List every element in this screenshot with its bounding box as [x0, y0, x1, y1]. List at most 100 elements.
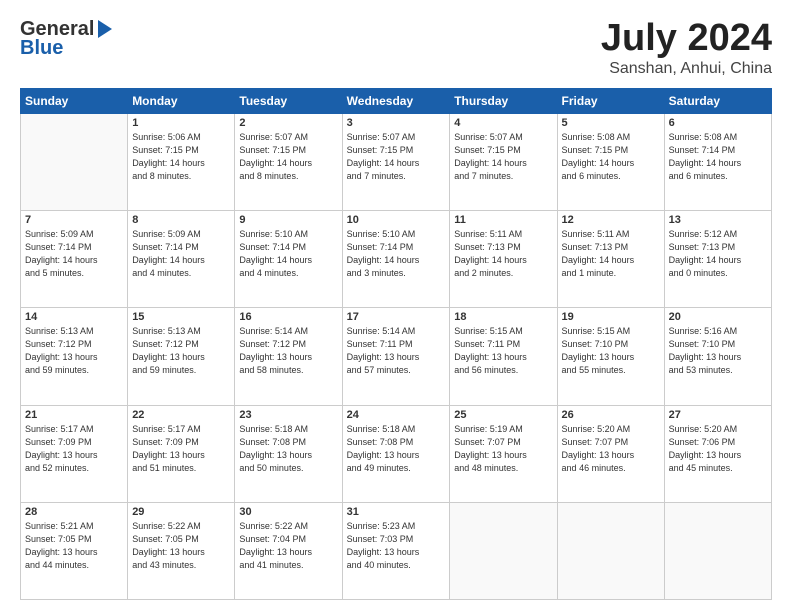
- sunset-text: Sunset: 7:11 PM: [347, 338, 446, 351]
- title-block: July 2024 Sanshan, Anhui, China: [601, 18, 772, 78]
- day-number: 27: [669, 409, 767, 421]
- daylight-line2: and 58 minutes.: [239, 364, 337, 377]
- calendar-table: SundayMondayTuesdayWednesdayThursdayFrid…: [20, 88, 772, 600]
- sunrise-text: Sunrise: 5:09 AM: [132, 228, 230, 241]
- sunrise-text: Sunrise: 5:22 AM: [132, 520, 230, 533]
- daylight-line2: and 1 minute.: [562, 267, 660, 280]
- page: General Blue July 2024 Sanshan, Anhui, C…: [0, 0, 792, 612]
- day-number: 29: [132, 506, 230, 518]
- sunset-text: Sunset: 7:07 PM: [562, 436, 660, 449]
- day-number: 23: [239, 409, 337, 421]
- sunrise-text: Sunrise: 5:12 AM: [669, 228, 767, 241]
- daylight-line1: Daylight: 13 hours: [25, 546, 123, 559]
- day-detail: Sunrise: 5:17 AMSunset: 7:09 PMDaylight:…: [132, 423, 230, 475]
- logo: General Blue: [20, 18, 112, 60]
- calendar-cell: 7Sunrise: 5:09 AMSunset: 7:14 PMDaylight…: [21, 211, 128, 308]
- sunrise-text: Sunrise: 5:15 AM: [562, 325, 660, 338]
- daylight-line1: Daylight: 13 hours: [562, 449, 660, 462]
- sunrise-text: Sunrise: 5:13 AM: [132, 325, 230, 338]
- day-detail: Sunrise: 5:07 AMSunset: 7:15 PMDaylight:…: [239, 131, 337, 183]
- day-detail: Sunrise: 5:20 AMSunset: 7:07 PMDaylight:…: [562, 423, 660, 475]
- daylight-line1: Daylight: 14 hours: [132, 254, 230, 267]
- daylight-line2: and 41 minutes.: [239, 559, 337, 572]
- sunset-text: Sunset: 7:03 PM: [347, 533, 446, 546]
- sunrise-text: Sunrise: 5:11 AM: [454, 228, 552, 241]
- daylight-line2: and 59 minutes.: [25, 364, 123, 377]
- calendar-cell: 8Sunrise: 5:09 AMSunset: 7:14 PMDaylight…: [128, 211, 235, 308]
- day-number: 7: [25, 214, 123, 226]
- sunset-text: Sunset: 7:08 PM: [239, 436, 337, 449]
- sunrise-text: Sunrise: 5:23 AM: [347, 520, 446, 533]
- sunset-text: Sunset: 7:10 PM: [562, 338, 660, 351]
- day-number: 25: [454, 409, 552, 421]
- sunset-text: Sunset: 7:12 PM: [132, 338, 230, 351]
- daylight-line1: Daylight: 13 hours: [454, 449, 552, 462]
- sunset-text: Sunset: 7:15 PM: [132, 144, 230, 157]
- sunset-text: Sunset: 7:14 PM: [25, 241, 123, 254]
- day-detail: Sunrise: 5:13 AMSunset: 7:12 PMDaylight:…: [132, 325, 230, 377]
- day-detail: Sunrise: 5:12 AMSunset: 7:13 PMDaylight:…: [669, 228, 767, 280]
- calendar-cell: 15Sunrise: 5:13 AMSunset: 7:12 PMDayligh…: [128, 308, 235, 405]
- day-number: 6: [669, 117, 767, 129]
- daylight-line1: Daylight: 13 hours: [132, 546, 230, 559]
- sunset-text: Sunset: 7:14 PM: [669, 144, 767, 157]
- daylight-line2: and 2 minutes.: [454, 267, 552, 280]
- daylight-line2: and 8 minutes.: [239, 170, 337, 183]
- sunset-text: Sunset: 7:09 PM: [25, 436, 123, 449]
- calendar-cell: 9Sunrise: 5:10 AMSunset: 7:14 PMDaylight…: [235, 211, 342, 308]
- daylight-line1: Daylight: 13 hours: [562, 351, 660, 364]
- daylight-line1: Daylight: 13 hours: [239, 546, 337, 559]
- daylight-line2: and 4 minutes.: [239, 267, 337, 280]
- sunset-text: Sunset: 7:13 PM: [454, 241, 552, 254]
- daylight-line2: and 3 minutes.: [347, 267, 446, 280]
- daylight-line1: Daylight: 14 hours: [25, 254, 123, 267]
- daylight-line1: Daylight: 13 hours: [132, 351, 230, 364]
- day-number: 31: [347, 506, 446, 518]
- sunset-text: Sunset: 7:04 PM: [239, 533, 337, 546]
- sunrise-text: Sunrise: 5:13 AM: [25, 325, 123, 338]
- calendar-cell: 16Sunrise: 5:14 AMSunset: 7:12 PMDayligh…: [235, 308, 342, 405]
- daylight-line2: and 46 minutes.: [562, 462, 660, 475]
- day-number: 16: [239, 311, 337, 323]
- daylight-line2: and 59 minutes.: [132, 364, 230, 377]
- daylight-line1: Daylight: 13 hours: [239, 351, 337, 364]
- daylight-line2: and 52 minutes.: [25, 462, 123, 475]
- calendar-cell: 5Sunrise: 5:08 AMSunset: 7:15 PMDaylight…: [557, 113, 664, 210]
- day-detail: Sunrise: 5:15 AMSunset: 7:11 PMDaylight:…: [454, 325, 552, 377]
- day-number: 20: [669, 311, 767, 323]
- sunrise-text: Sunrise: 5:17 AM: [132, 423, 230, 436]
- weekday-header-friday: Friday: [557, 88, 664, 113]
- daylight-line2: and 7 minutes.: [347, 170, 446, 183]
- day-number: 17: [347, 311, 446, 323]
- sunset-text: Sunset: 7:14 PM: [347, 241, 446, 254]
- calendar-cell: [21, 113, 128, 210]
- sunset-text: Sunset: 7:12 PM: [239, 338, 337, 351]
- daylight-line1: Daylight: 13 hours: [25, 449, 123, 462]
- sunset-text: Sunset: 7:15 PM: [562, 144, 660, 157]
- sunset-text: Sunset: 7:14 PM: [132, 241, 230, 254]
- day-number: 11: [454, 214, 552, 226]
- daylight-line2: and 0 minutes.: [669, 267, 767, 280]
- day-number: 21: [25, 409, 123, 421]
- logo-arrow-icon: [98, 20, 112, 38]
- daylight-line1: Daylight: 14 hours: [132, 157, 230, 170]
- daylight-line1: Daylight: 14 hours: [239, 157, 337, 170]
- daylight-line2: and 45 minutes.: [669, 462, 767, 475]
- day-detail: Sunrise: 5:10 AMSunset: 7:14 PMDaylight:…: [347, 228, 446, 280]
- sunrise-text: Sunrise: 5:07 AM: [239, 131, 337, 144]
- day-number: 18: [454, 311, 552, 323]
- sunset-text: Sunset: 7:05 PM: [132, 533, 230, 546]
- sunrise-text: Sunrise: 5:14 AM: [347, 325, 446, 338]
- sunset-text: Sunset: 7:10 PM: [669, 338, 767, 351]
- weekday-header-wednesday: Wednesday: [342, 88, 450, 113]
- day-number: 5: [562, 117, 660, 129]
- sunrise-text: Sunrise: 5:07 AM: [454, 131, 552, 144]
- day-number: 13: [669, 214, 767, 226]
- calendar-cell: [450, 502, 557, 599]
- daylight-line1: Daylight: 13 hours: [347, 449, 446, 462]
- location: Sanshan, Anhui, China: [601, 60, 772, 78]
- calendar-cell: 6Sunrise: 5:08 AMSunset: 7:14 PMDaylight…: [664, 113, 771, 210]
- calendar-cell: 31 Sunrise: 5:23 AMSunset: 7:03 PMDayligh…: [342, 502, 450, 599]
- day-detail: Sunrise: 5:23 AMSunset: 7:03 PMDaylight:…: [347, 520, 446, 572]
- sunset-text: Sunset: 7:07 PM: [454, 436, 552, 449]
